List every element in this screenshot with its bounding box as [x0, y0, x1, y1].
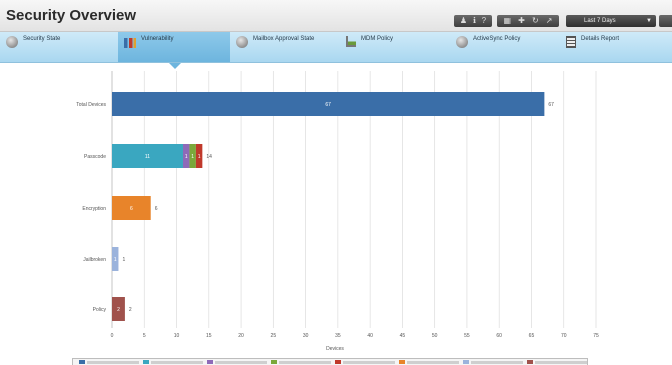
tab-label: MDM Policy	[361, 36, 394, 42]
tab-mdm-policy[interactable]: MDM Policy	[340, 32, 450, 62]
legend-swatch	[271, 360, 277, 364]
bar-total-label: 2	[129, 307, 132, 313]
legend-swatch	[399, 360, 405, 364]
tab-label: Security State	[23, 36, 61, 42]
legend-swatch	[143, 360, 149, 364]
legend-item[interactable]	[207, 360, 267, 364]
x-tick-label: 10	[174, 333, 180, 339]
x-tick-label: 45	[400, 333, 406, 339]
chevron-down-icon: ▼	[646, 18, 652, 24]
legend-text-placeholder	[343, 360, 395, 364]
legend-item[interactable]	[79, 360, 139, 364]
x-tick-label: 20	[238, 333, 244, 339]
info-icon[interactable]: ℹ	[473, 15, 476, 27]
tab-bar: Security State Vulnerability Mailbox App…	[0, 32, 672, 63]
legend-item[interactable]	[527, 360, 587, 364]
legend-swatch	[463, 360, 469, 364]
bar-total-label: 67	[548, 102, 554, 108]
x-tick-label: 75	[593, 333, 599, 339]
bar-value-label: 67	[325, 102, 331, 108]
tab-details-report[interactable]: Details Report	[560, 32, 672, 62]
x-tick-label: 70	[561, 333, 567, 339]
x-tick-label: 55	[464, 333, 470, 339]
category-label: Passcode	[84, 154, 106, 160]
x-axis-title: Devices	[326, 346, 344, 352]
tab-activesync-policy[interactable]: ActiveSync Policy	[450, 32, 560, 62]
refresh-icon[interactable]: ↻	[532, 15, 539, 27]
x-tick-label: 40	[367, 333, 373, 339]
legend-swatch	[527, 360, 533, 364]
legend-item[interactable]	[463, 360, 523, 364]
legend-item[interactable]	[143, 360, 203, 364]
legend-text-placeholder	[471, 360, 523, 364]
x-tick-label: 50	[432, 333, 438, 339]
tab-mailbox-approval-state[interactable]: Mailbox Approval State	[230, 32, 340, 62]
legend-item[interactable]	[399, 360, 459, 364]
legend-item[interactable]	[271, 360, 331, 364]
help-icon[interactable]: ?	[482, 15, 486, 27]
tab-label: ActiveSync Policy	[473, 36, 521, 42]
x-tick-label: 35	[335, 333, 341, 339]
x-tick-label: 65	[529, 333, 535, 339]
tab-label: Mailbox Approval State	[253, 36, 315, 42]
bar-chart-icon	[124, 38, 136, 48]
globe-icon	[6, 36, 18, 48]
tab-security-state[interactable]: Security State	[0, 32, 118, 62]
user-icon[interactable]: ♟	[460, 15, 467, 27]
legend-text-placeholder	[535, 360, 587, 364]
app-header: Security Overview ♟ ℹ ? ▦ ✚ ↻ ↗ Last 7 D…	[0, 0, 672, 32]
category-label: Total Devices	[76, 102, 106, 108]
x-tick-label: 0	[111, 333, 114, 339]
bar-value-label: 1	[198, 154, 201, 160]
legend-item[interactable]	[335, 360, 395, 364]
x-tick-label: 25	[271, 333, 277, 339]
legend-text-placeholder	[87, 360, 139, 364]
export-icon[interactable]: ↗	[546, 15, 553, 27]
category-label: Encryption	[82, 206, 106, 212]
panel-menu-button[interactable]	[659, 15, 672, 27]
bar-value-label: 1	[185, 154, 188, 160]
bar-value-label: 6	[130, 206, 133, 212]
vulnerability-chart: 0 5 10 15 20 25 30 35 40 45 50 55 60 65 70 75 Total Devi…	[76, 71, 599, 352]
chart-legend	[72, 358, 588, 365]
legend-text-placeholder	[151, 360, 203, 364]
bar-total-label: 1	[122, 257, 125, 263]
legend-text-placeholder	[215, 360, 267, 364]
date-range-select[interactable]: Last 7 Days ▼	[566, 15, 656, 27]
user-toolbar-group[interactable]: ♟ ℹ ?	[454, 15, 492, 27]
x-tick-label: 30	[303, 333, 309, 339]
legend-text-placeholder	[279, 360, 331, 364]
bar-value-label: 1	[191, 154, 194, 160]
chart-icon	[346, 36, 356, 47]
bar-total-label: 14	[206, 154, 212, 160]
legend-swatch	[207, 360, 213, 364]
bar-total-label: 6	[155, 206, 158, 212]
x-tick-label: 15	[206, 333, 212, 339]
date-range-label: Last 7 Days	[584, 18, 616, 24]
view-toolbar-group[interactable]: ▦ ✚ ↻ ↗	[497, 15, 559, 27]
legend-text-placeholder	[407, 360, 459, 364]
category-label: Jailbroken	[83, 257, 106, 263]
globe-icon	[456, 36, 468, 48]
x-tick-label: 60	[496, 333, 502, 339]
tab-label: Details Report	[581, 36, 620, 42]
page-title: Security Overview	[6, 7, 137, 24]
legend-swatch	[335, 360, 341, 364]
tab-label: Vulnerability	[141, 36, 174, 42]
move-icon[interactable]: ✚	[518, 15, 525, 27]
tab-vulnerability[interactable]: Vulnerability	[118, 32, 230, 62]
category-label: Policy	[93, 307, 107, 313]
bar-value-label: 11	[145, 154, 150, 160]
document-icon	[566, 36, 576, 48]
bar-value-label: 1	[114, 257, 117, 263]
legend-swatch	[79, 360, 85, 364]
bar-value-label: 2	[117, 307, 120, 313]
grid-icon[interactable]: ▦	[504, 15, 512, 27]
x-tick-label: 5	[143, 333, 146, 339]
globe-icon	[236, 36, 248, 48]
